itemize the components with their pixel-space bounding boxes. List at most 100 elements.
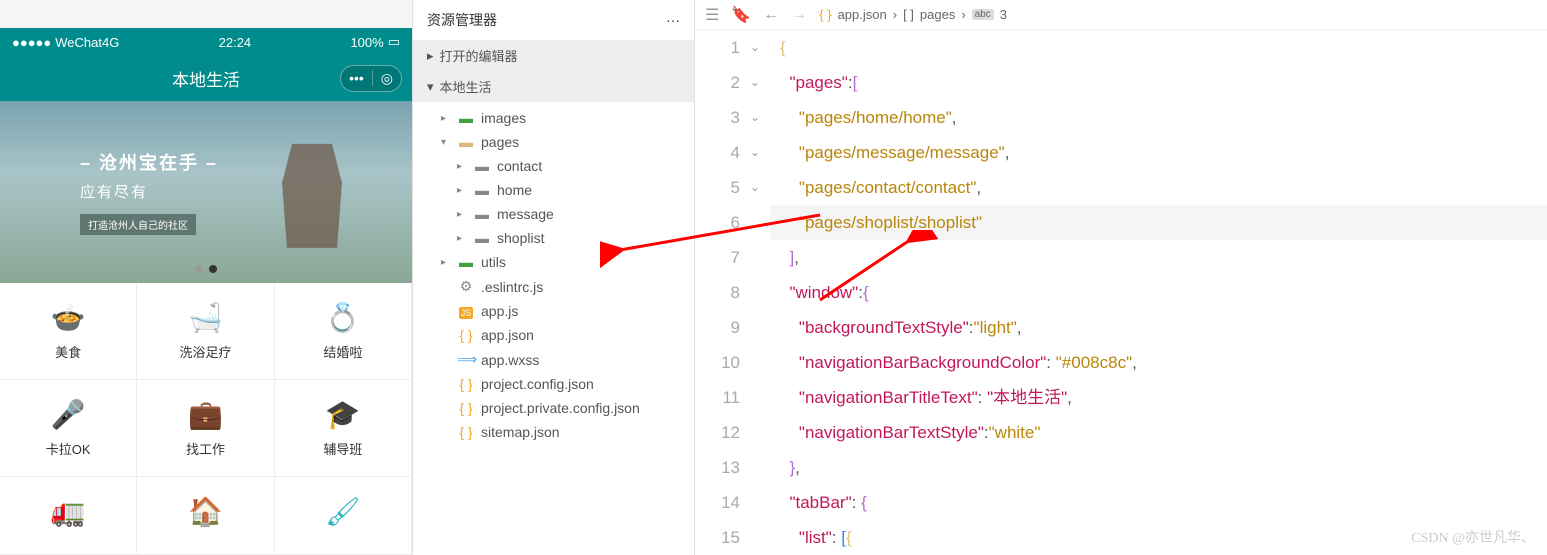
file-item[interactable]: ⟹app.wxss [413, 347, 694, 372]
chevron-icon: ▸ [457, 233, 467, 244]
grid-item[interactable]: 🛁 洗浴足疗 [137, 283, 274, 380]
folder-icon: ▬ [457, 254, 475, 270]
json-icon: { } [457, 376, 475, 392]
tree-label: home [497, 182, 532, 198]
folder-item[interactable]: ▸ ▬ images [413, 106, 694, 130]
file-tree: ▸▬images▾▬pages▸▬contact▸▬home▸▬message▸… [413, 102, 694, 555]
breadcrumb-index: 3 [1000, 7, 1007, 22]
grid-label: 洗浴足疗 [179, 342, 231, 361]
explorer-title: 资源管理器 [427, 10, 497, 30]
more-icon[interactable]: ··· [666, 12, 680, 28]
grid-icon: 🍲 [51, 301, 86, 334]
battery-icon: ▭ [388, 34, 400, 50]
json-icon: { } [457, 400, 475, 416]
explorer-panel: 资源管理器 ··· ▸ 打开的编辑器 ▾ 本地生活 ▸ ▬ images ▾▬page… [412, 0, 695, 555]
json-icon: { } [819, 7, 831, 22]
tree-label: project.config.json [481, 376, 594, 392]
line-numbers: 123456789101112131415 [695, 30, 750, 555]
simulator-panel: ●●●●● WeChat4G 22:24 100% ▭ 本地生活 ••• ◎ –… [0, 0, 412, 555]
list-icon[interactable]: ☰ [705, 5, 719, 25]
grid-icon: 🖌 [325, 495, 361, 528]
code-content[interactable]: { "pages":[ "pages/home/home", "pages/me… [770, 30, 1547, 555]
grid-icon: 🎤 [51, 398, 86, 431]
tree-label: app.js [481, 303, 518, 319]
nav-capsule[interactable]: ••• ◎ [340, 65, 402, 92]
bookmark-icon[interactable]: 🔖 [731, 5, 751, 25]
folder-item[interactable]: ▸▬home [413, 178, 694, 202]
grid-item[interactable]: 🖌 [275, 477, 412, 555]
carrier-label: WeChat4G [55, 35, 119, 50]
breadcrumb-file: app.json [838, 7, 887, 22]
grid-item[interactable]: 💍结婚啦 [275, 283, 412, 380]
tree-label: message [497, 206, 554, 222]
tree-label: .eslintrc.js [481, 279, 543, 295]
folder-item[interactable]: ▸ ▬ utils [413, 250, 694, 274]
file-item[interactable]: ⚙ .eslintrc.js [413, 274, 694, 299]
grid-item[interactable]: 🎤 卡拉OK [0, 380, 137, 477]
dot-active[interactable] [209, 265, 217, 273]
grid-icon: 🛁 [188, 301, 223, 334]
folder-item[interactable]: ▸▬shoplist [413, 226, 694, 250]
target-icon[interactable]: ◎ [381, 70, 393, 87]
folder-icon: ▬ [473, 206, 491, 222]
grid-label: 卡拉OK [46, 439, 91, 458]
file-item[interactable]: { }project.private.config.json [413, 396, 694, 420]
explorer-header: 资源管理器 ··· [413, 0, 694, 40]
project-section[interactable]: ▾ 本地生活 [413, 71, 694, 102]
breadcrumb-path: pages [920, 7, 955, 22]
grid-icon: 🏠 [188, 495, 223, 528]
folder-icon: ▬ [473, 158, 491, 174]
js-icon: JS [457, 303, 475, 319]
chevron-icon: ▸ [457, 185, 467, 196]
section-label: 本地生活 [440, 77, 492, 96]
chevron-icon: ▸ [441, 113, 451, 124]
grid-item[interactable]: 🏠 [137, 477, 274, 555]
chevron-icon: ▸ [441, 257, 451, 268]
tree-label: shoplist [497, 230, 544, 246]
watermark: CSDN @亦世凡华、 [1411, 527, 1535, 547]
file-item[interactable]: { } sitemap.json [413, 420, 694, 444]
fold-column[interactable]: ⌄⌄⌄⌄⌄ [750, 30, 770, 555]
open-editors-section[interactable]: ▸ 打开的编辑器 [413, 40, 694, 71]
chevron-right-icon: ▸ [427, 48, 434, 64]
editor-toolbar: ☰ 🔖 ← → { } app.json › [ ] pages › abc 3 [695, 0, 1547, 30]
grid-label: 美食 [55, 342, 81, 361]
banner-title: – 沧州宝在手 – [80, 149, 218, 175]
grid-item[interactable]: 🚛 [0, 477, 137, 555]
status-bar: ●●●●● WeChat4G 22:24 100% ▭ [0, 28, 412, 56]
breadcrumb[interactable]: { } app.json › [ ] pages › abc 3 [819, 7, 1007, 22]
forward-icon[interactable]: → [791, 6, 807, 24]
battery-label: 100% [350, 35, 383, 50]
chevron-icon: ▾ [441, 137, 451, 148]
file-item[interactable]: JS app.js [413, 299, 694, 323]
chevron-icon: ▸ [457, 161, 467, 172]
code-area[interactable]: 123456789101112131415 ⌄⌄⌄⌄⌄ { "pages":[ … [695, 30, 1547, 555]
grid-item[interactable]: 💼找工作 [137, 380, 274, 477]
dot[interactable] [195, 265, 203, 273]
tree-label: images [481, 110, 526, 126]
grid-item[interactable]: 🍲 美食 [0, 283, 137, 380]
json-icon: { } [457, 424, 475, 440]
tree-label: contact [497, 158, 542, 174]
banner-subtitle: 应有尽有 [80, 181, 148, 202]
banner-tag: 打造沧州人自己的社区 [80, 214, 196, 235]
back-icon[interactable]: ← [763, 6, 779, 24]
folder-item[interactable]: ▾▬pages [413, 130, 694, 154]
tree-label: utils [481, 254, 506, 270]
banner[interactable]: – 沧州宝在手 – 应有尽有 打造沧州人自己的社区 [0, 101, 412, 283]
folder-item[interactable]: ▸▬message [413, 202, 694, 226]
tree-label: sitemap.json [481, 424, 560, 440]
grid-label: 结婚啦 [323, 342, 362, 361]
chevron-icon: › [961, 7, 965, 22]
file-item[interactable]: { }app.json [413, 323, 694, 347]
signal-icon: ●●●●● [12, 35, 51, 50]
folder-item[interactable]: ▸ ▬ contact [413, 154, 694, 178]
grid-menu: 🍲 美食 🛁 洗浴足疗 💍结婚啦 🎤 卡拉OK 💼找工作🎓辅导班 🚛 🏠 🖌 [0, 283, 412, 555]
grid-icon: 🎓 [325, 398, 360, 431]
folder-icon: ▬ [457, 110, 475, 126]
grid-item[interactable]: 🎓辅导班 [275, 380, 412, 477]
more-icon[interactable]: ••• [349, 70, 364, 86]
config-icon: ⚙ [457, 278, 475, 295]
time-label: 22:24 [219, 35, 252, 50]
file-item[interactable]: { } project.config.json [413, 372, 694, 396]
